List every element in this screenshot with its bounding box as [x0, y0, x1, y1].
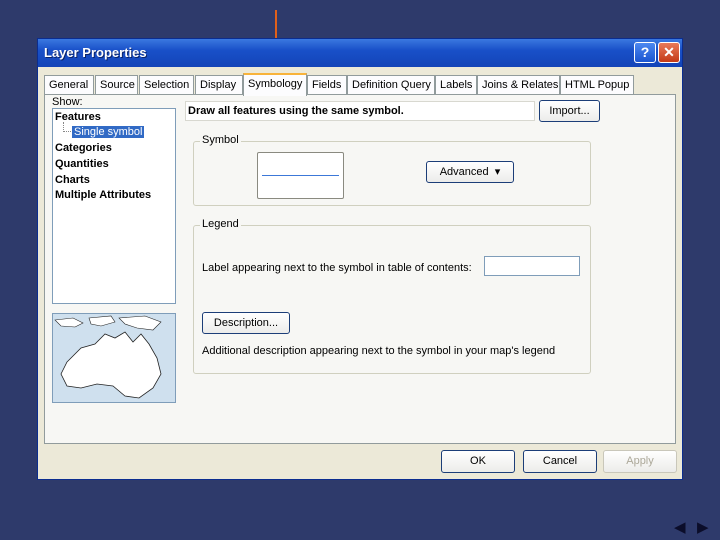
tab-general[interactable]: General — [44, 75, 94, 95]
advanced-button[interactable]: Advanced ▾ — [426, 161, 514, 183]
tab-labels[interactable]: Labels — [435, 75, 477, 95]
tree-item-multiple-attributes[interactable]: Multiple Attributes — [55, 189, 151, 201]
tab-fields[interactable]: Fields — [307, 75, 347, 95]
legend-group: Legend Label appearing next to the symbo… — [193, 218, 591, 374]
prev-slide-icon[interactable]: ◀ — [674, 518, 686, 536]
advanced-button-label: Advanced — [439, 166, 489, 178]
description-button[interactable]: Description... — [202, 312, 290, 334]
symbol-group-title: Symbol — [200, 134, 241, 146]
tree-item-quantities[interactable]: Quantities — [55, 158, 109, 170]
tree-item-categories[interactable]: Categories — [55, 142, 112, 154]
apply-button[interactable]: Apply — [603, 450, 677, 473]
tab-symbology[interactable]: Symbology — [243, 73, 307, 96]
show-tree[interactable]: Features Single symbol Categories Quanti… — [52, 108, 176, 304]
legend-description-text: Additional description appearing next to… — [202, 345, 556, 357]
layer-properties-window: Layer Properties ? ✕ General Source Sele… — [37, 38, 683, 480]
line-symbol-preview — [262, 175, 339, 176]
ok-button[interactable]: OK — [441, 450, 515, 473]
symbol-group: Symbol Advanced ▾ — [193, 134, 591, 206]
tree-connector — [63, 122, 71, 132]
legend-group-title: Legend — [200, 218, 241, 230]
show-label: Show: — [52, 96, 83, 108]
renderer-description: Draw all features using the same symbol. — [185, 101, 535, 121]
import-button[interactable]: Import... — [539, 100, 600, 122]
australia-map-icon — [53, 314, 175, 402]
legend-label-text: Label appearing next to the symbol in ta… — [202, 262, 472, 274]
tab-source[interactable]: Source — [95, 75, 138, 95]
symbology-panel: Show: Features Single symbol Categories … — [44, 94, 676, 444]
cancel-button[interactable]: Cancel — [523, 450, 597, 473]
close-button[interactable]: ✕ — [658, 42, 680, 63]
window-title: Layer Properties — [44, 45, 147, 60]
tree-item-single-symbol[interactable]: Single symbol — [72, 126, 145, 138]
map-preview — [52, 313, 176, 403]
title-bar[interactable]: Layer Properties ? ✕ — [38, 39, 682, 67]
tree-item-charts[interactable]: Charts — [55, 174, 90, 186]
tree-item-features[interactable]: Features — [55, 111, 101, 123]
next-slide-icon[interactable]: ▶ — [697, 518, 709, 536]
tab-selection[interactable]: Selection — [139, 75, 194, 95]
help-button[interactable]: ? — [634, 42, 656, 63]
legend-label-input[interactable] — [484, 256, 580, 276]
tab-joins-relates[interactable]: Joins & Relates — [477, 75, 560, 95]
tab-html-popup[interactable]: HTML Popup — [560, 75, 634, 95]
symbol-button[interactable] — [257, 152, 344, 199]
tab-definition-query[interactable]: Definition Query — [347, 75, 435, 95]
dropdown-arrow-icon: ▾ — [491, 166, 501, 178]
tab-display[interactable]: Display — [195, 75, 243, 95]
